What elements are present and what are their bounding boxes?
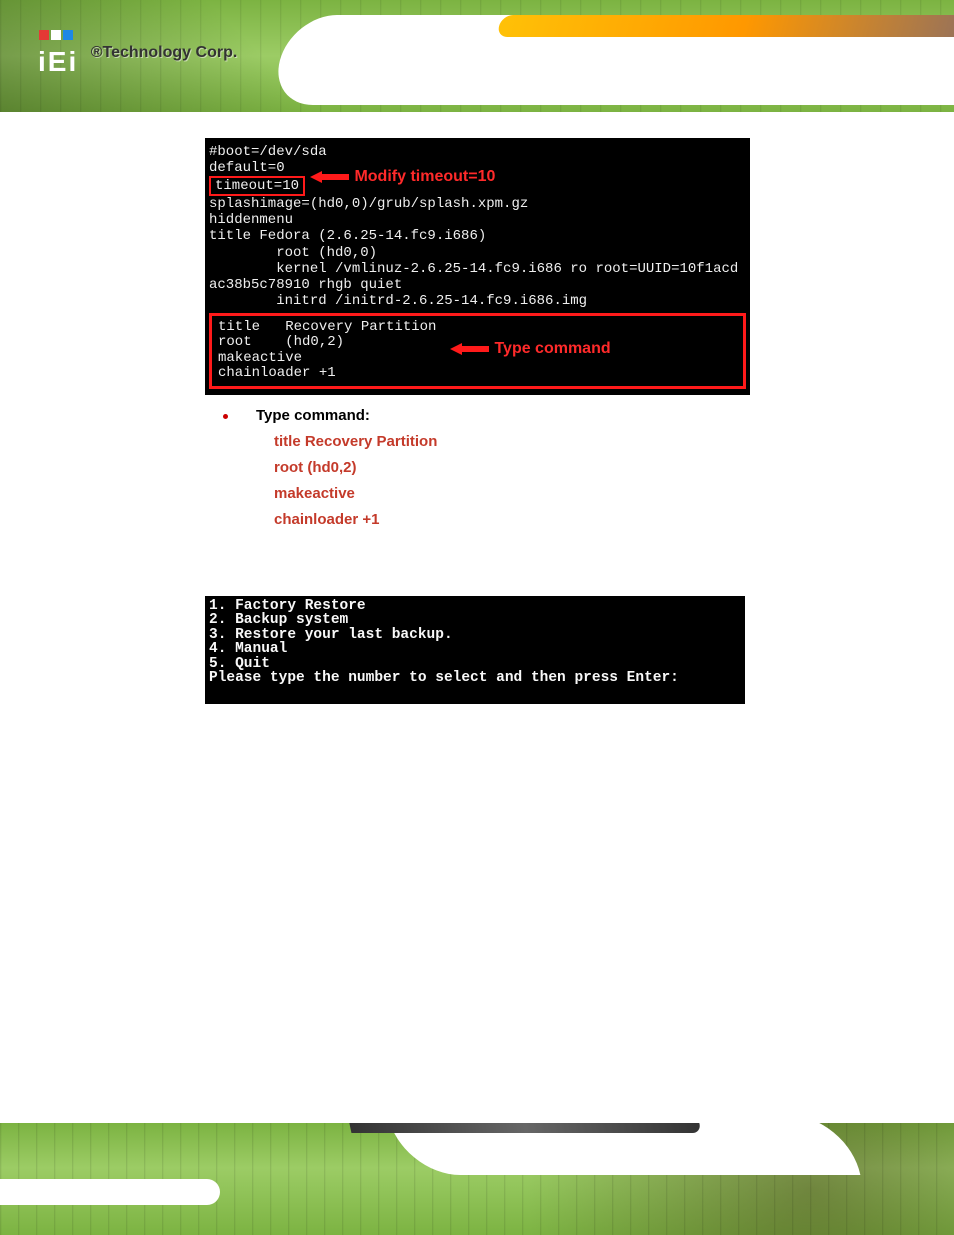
annotation-type-command: Type command xyxy=(450,340,611,358)
header-banner: iEi ®Technology Corp. xyxy=(0,0,954,112)
term-line: default=0 xyxy=(209,160,285,176)
bullet-label: Type command: xyxy=(256,407,370,424)
logo: iEi ®Technology Corp. xyxy=(38,28,237,78)
command-text: makeactive xyxy=(274,485,749,502)
term-line: initrd /initrd-2.6.25-14.fc9.i686.img xyxy=(209,293,587,309)
brand-text: ®Technology Corp. xyxy=(91,44,238,61)
annotation-label: Type command xyxy=(494,340,610,357)
recovery-menu-terminal: 1. Factory Restore 2. Backup system 3. R… xyxy=(205,596,745,704)
command-text: title Recovery Partition xyxy=(274,433,749,450)
footer-curve xyxy=(388,1123,861,1175)
arrow-left-icon xyxy=(310,171,350,183)
menu-prompt: Please type the number to select and the… xyxy=(209,670,679,686)
instruction-block: Type command: title Recovery Partition r… xyxy=(223,407,749,528)
frame-line: title Recovery Partition xyxy=(218,319,436,335)
term-line: title Fedora (2.6.25-14.fc9.i686) xyxy=(209,228,486,244)
frame-line: root (hd0,2) xyxy=(218,334,344,350)
term-line: root (hd0,0) xyxy=(209,245,377,261)
bullet-item: Type command: xyxy=(223,407,749,424)
frame-line: makeactive xyxy=(218,350,302,366)
annotation-label: Modify timeout=10 xyxy=(354,168,495,185)
timeout-highlight-box: timeout=10 xyxy=(209,176,305,196)
term-line: #boot=/dev/sda xyxy=(209,144,327,160)
logo-text: iEi xyxy=(38,46,78,77)
command-text: root (hd0,2) xyxy=(274,459,749,476)
term-line: hiddenmenu xyxy=(209,212,293,228)
frame-line: chainloader +1 xyxy=(218,365,336,381)
footer-left-curve xyxy=(0,1179,220,1205)
command-text: chainloader +1 xyxy=(274,511,749,528)
page-content: #boot=/dev/sda default=0 timeout=10 spla… xyxy=(0,112,954,704)
term-line: splashimage=(hd0,0)/grub/splash.xpm.gz xyxy=(209,196,528,212)
header-curve xyxy=(268,15,954,105)
term-line: kernel /vmlinuz-2.6.25-14.fc9.i686 ro ro… xyxy=(209,261,738,277)
term-line: ac38b5c78910 rhgb quiet xyxy=(209,277,402,293)
arrow-left-icon xyxy=(450,343,490,355)
logo-squares-icon: iEi xyxy=(38,28,78,78)
header-curve-stripe xyxy=(496,15,954,37)
annotation-modify-timeout: Modify timeout=10 xyxy=(310,168,495,186)
bullet-icon xyxy=(223,414,228,419)
footer-banner xyxy=(0,1123,954,1235)
